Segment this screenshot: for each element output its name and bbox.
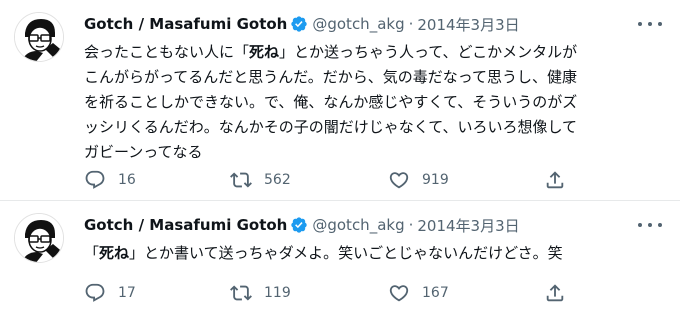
tweet-text-line: こんがらがってるんだと思うんだ。だから、気の毒だなって思うし、健康 <box>84 68 578 86</box>
tweet-date[interactable]: 2014年3月3日 <box>417 215 519 236</box>
reply-button[interactable]: 16 <box>84 168 136 192</box>
retweet-icon <box>230 172 252 188</box>
share-icon <box>546 171 564 189</box>
share-button[interactable] <box>544 168 566 192</box>
like-button[interactable]: 919 <box>388 168 449 192</box>
retweet-button[interactable]: 119 <box>230 281 291 305</box>
verified-badge-icon <box>290 216 308 234</box>
tweet-date[interactable]: 2014年3月3日 <box>417 14 519 35</box>
retweet-count: 562 <box>264 172 291 188</box>
tweet-text-line: ッシリくるんだわ。なんかその子の闇だけじゃなくて、いろいろ想像して <box>84 118 578 136</box>
separator-dot: · <box>408 15 414 33</box>
reply-icon <box>85 283 105 302</box>
verified-badge-icon <box>290 15 308 33</box>
share-icon <box>546 284 564 302</box>
like-count: 167 <box>422 285 449 301</box>
tweet-text-line: 「死ね」とか書いて送っちゃダメよ。笑いごとじゃないんだけどさ。笑 <box>84 244 563 262</box>
tweet-text: 会ったこともない人に「死ね」とか送っちゃう人って、どこかメンタルが こんがらがっ… <box>84 40 664 165</box>
avatar[interactable]: LOVE <box>14 12 64 62</box>
reply-count: 17 <box>118 285 136 301</box>
reply-icon <box>85 170 105 189</box>
retweet-icon <box>230 285 252 301</box>
cartoon-avatar-icon: LOVE <box>15 13 63 61</box>
author-name[interactable]: Gotch / Masafumi Gotoh <box>84 216 287 234</box>
like-button[interactable]: 167 <box>388 281 449 305</box>
author-handle[interactable]: @gotch_akg <box>312 216 404 234</box>
tweet-text-line: を祈ることしかできない。で、俺、なんか感じやすくて、そういうのがズ <box>84 93 578 111</box>
tweet[interactable]: LOVE Gotch / Masafumi Gotoh @gotch_akg ·… <box>0 0 680 200</box>
more-options-icon[interactable] <box>638 16 662 32</box>
avatar[interactable]: LOVE <box>14 213 64 263</box>
tweet-header: Gotch / Masafumi Gotoh @gotch_akg · 2014… <box>84 215 520 235</box>
tweet[interactable]: LOVE Gotch / Masafumi Gotoh @gotch_akg ·… <box>0 201 680 319</box>
like-count: 919 <box>422 172 449 188</box>
heart-icon <box>389 172 409 189</box>
separator-dot: · <box>408 216 414 234</box>
tweet-actions: 16 562 919 <box>84 168 584 192</box>
author-handle[interactable]: @gotch_akg <box>312 15 404 33</box>
cartoon-avatar-icon: LOVE <box>15 214 63 262</box>
tweet-text-line: 会ったこともない人に「死ね」とか送っちゃう人って、どこかメンタルが <box>84 43 578 61</box>
heart-icon <box>389 285 409 302</box>
reply-button[interactable]: 17 <box>84 281 136 305</box>
tweet-header: Gotch / Masafumi Gotoh @gotch_akg · 2014… <box>84 14 520 34</box>
retweet-button[interactable]: 562 <box>230 168 291 192</box>
author-name[interactable]: Gotch / Masafumi Gotoh <box>84 15 287 33</box>
tweet-actions: 17 119 167 <box>84 281 584 305</box>
retweet-count: 119 <box>264 285 291 301</box>
more-options-icon[interactable] <box>638 217 662 233</box>
tweet-text-line: ガビーンってなる <box>84 143 203 161</box>
reply-count: 16 <box>118 172 136 188</box>
tweet-text: 「死ね」とか書いて送っちゃダメよ。笑いごとじゃないんだけどさ。笑 <box>84 241 664 266</box>
share-button[interactable] <box>544 281 566 305</box>
